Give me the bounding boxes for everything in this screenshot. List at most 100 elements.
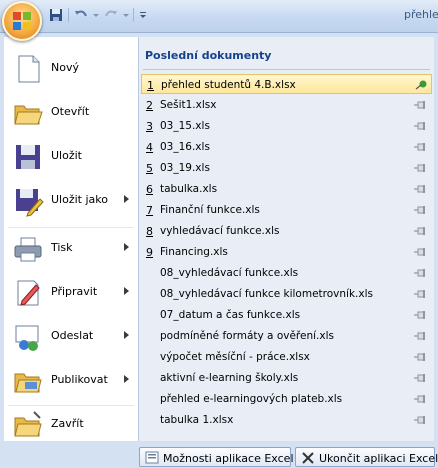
- recent-document-item[interactable]: 08_vyhledávací funkce.xls: [141, 263, 432, 283]
- pin-icon[interactable]: [414, 247, 426, 257]
- window-title: přehle: [404, 8, 438, 21]
- command-label: Připravit: [51, 285, 98, 298]
- pin-icon[interactable]: [414, 331, 426, 341]
- command-label: Publikovat: [51, 373, 108, 386]
- command-send[interactable]: Odeslat: [4, 315, 138, 359]
- pin-icon[interactable]: [415, 80, 427, 90]
- recent-document-name: 03_16.xls: [160, 141, 210, 153]
- recent-document-item[interactable]: 07_datum a čas funkce.xls: [141, 305, 432, 325]
- undo-dropdown-icon[interactable]: [93, 7, 99, 23]
- customize-toolbar-icon[interactable]: [138, 7, 148, 23]
- command-label: Odeslat: [51, 329, 94, 342]
- recent-document-name: výpočet měsíční - práce.xlsx: [160, 351, 310, 363]
- save-disk-icon: [12, 141, 44, 173]
- recent-document-name: vyhledávací funkce.xls: [160, 225, 280, 237]
- recent-document-item[interactable]: 1 přehled studentů 4.B.xlsx: [141, 74, 432, 94]
- pin-icon[interactable]: [414, 100, 426, 110]
- command-print[interactable]: Tisk: [4, 227, 138, 271]
- recent-document-item[interactable]: 9 Financing.xls: [141, 242, 432, 262]
- submenu-arrow-icon: [124, 287, 129, 295]
- pin-icon[interactable]: [414, 394, 426, 404]
- command-save[interactable]: Uložit: [4, 135, 138, 179]
- pin-icon[interactable]: [414, 226, 426, 236]
- command-open[interactable]: Otevřít: [4, 91, 138, 135]
- print-icon: [12, 233, 44, 265]
- excel-options-button[interactable]: Možnosti aplikace Excel: [139, 447, 294, 467]
- office-menu: Nový Otevřít Uložit Uložit jako Tisk Při…: [0, 32, 438, 468]
- recent-documents-title: Poslední dokumenty: [145, 49, 272, 62]
- recent-document-name: tabulka 1.xlsx: [160, 414, 234, 426]
- pin-icon[interactable]: [414, 310, 426, 320]
- excel-options-label: Možnosti aplikace Excel: [163, 452, 294, 465]
- submenu-arrow-icon: [124, 243, 129, 251]
- pin-icon[interactable]: [414, 352, 426, 362]
- recent-document-number: 6: [146, 183, 153, 196]
- recent-document-item[interactable]: podmíněné formáty a ověření.xls: [141, 326, 432, 346]
- exit-excel-button[interactable]: Ukončit aplikaci Excel: [295, 447, 438, 467]
- recent-document-item[interactable]: výpočet měsíční - práce.xlsx: [141, 347, 432, 367]
- pin-icon[interactable]: [414, 142, 426, 152]
- recent-document-item[interactable]: 4 03_16.xls: [141, 137, 432, 157]
- toolbar-divider: [133, 8, 134, 22]
- open-folder-icon: [12, 97, 44, 129]
- close-icon: [12, 409, 44, 441]
- pin-icon[interactable]: [414, 121, 426, 131]
- submenu-arrow-icon: [124, 375, 129, 383]
- recent-document-name: 03_15.xls: [160, 120, 210, 132]
- recent-document-item[interactable]: 2 Sešit1.xlsx: [141, 95, 432, 115]
- office-button[interactable]: [2, 1, 42, 41]
- command-prepare[interactable]: Připravit: [4, 271, 138, 315]
- save-as-icon: [12, 185, 44, 217]
- recent-document-item[interactable]: tabulka 1.xlsx: [141, 410, 432, 430]
- recent-document-number: 2: [146, 99, 153, 112]
- command-label: Tisk: [51, 241, 73, 254]
- submenu-arrow-icon: [124, 195, 129, 203]
- submenu-arrow-icon: [124, 331, 129, 339]
- pin-icon[interactable]: [414, 289, 426, 299]
- recent-document-name: Financing.xls: [160, 246, 228, 258]
- command-label: Nový: [51, 61, 79, 74]
- recent-document-item[interactable]: přehled e-learningových plateb.xls: [141, 389, 432, 409]
- recent-document-name: 08_vyhledávací funkce kilometrovník.xls: [160, 288, 373, 300]
- command-close[interactable]: Zavřít: [4, 403, 138, 447]
- recent-document-item[interactable]: 08_vyhledávací funkce kilometrovník.xls: [141, 284, 432, 304]
- pin-icon[interactable]: [414, 205, 426, 215]
- command-save-as[interactable]: Uložit jako: [4, 179, 138, 223]
- menu-bottom-bar: Možnosti aplikace Excel Ukončit aplikaci…: [0, 445, 438, 468]
- recent-document-name: přehled e-learningových plateb.xls: [160, 393, 343, 405]
- undo-icon[interactable]: [73, 7, 89, 23]
- recent-document-name: podmíněné formáty a ověření.xls: [160, 330, 334, 342]
- pin-icon[interactable]: [414, 163, 426, 173]
- recent-document-name: 08_vyhledávací funkce.xls: [160, 267, 299, 279]
- recent-document-name: přehled studentů 4.B.xlsx: [161, 79, 296, 91]
- recent-document-item[interactable]: aktivní e-learning školy.xls: [141, 368, 432, 388]
- save-icon[interactable]: [48, 7, 64, 23]
- recent-document-item[interactable]: 3 03_15.xls: [141, 116, 432, 136]
- toolbar-divider: [68, 8, 69, 22]
- exit-excel-label: Ukončit aplikaci Excel: [319, 452, 438, 465]
- pin-icon[interactable]: [414, 415, 426, 425]
- recent-documents-pane: Poslední dokumenty 1 přehled studentů 4.B…: [139, 37, 434, 441]
- command-publish[interactable]: Publikovat: [4, 359, 138, 403]
- quick-access-toolbar: [48, 6, 148, 24]
- recent-document-name: Finanční funkce.xls: [160, 204, 260, 216]
- redo-icon[interactable]: [103, 7, 119, 23]
- exit-icon: [301, 451, 315, 465]
- new-document-icon: [12, 53, 44, 85]
- command-label: Uložit jako: [51, 193, 108, 206]
- redo-dropdown-icon[interactable]: [123, 7, 129, 23]
- recent-document-item[interactable]: 8 vyhledávací funkce.xls: [141, 221, 432, 241]
- command-new[interactable]: Nový: [4, 47, 138, 91]
- recent-document-name: Sešit1.xlsx: [160, 99, 217, 111]
- title-bar: přehle: [0, 0, 438, 41]
- pin-icon[interactable]: [414, 184, 426, 194]
- recent-document-item[interactable]: 6 tabulka.xls: [141, 179, 432, 199]
- pin-icon[interactable]: [414, 268, 426, 278]
- recent-document-item[interactable]: 7 Finanční funkce.xls: [141, 200, 432, 220]
- prepare-icon: [12, 277, 44, 309]
- recent-document-number: 1: [147, 79, 154, 92]
- recent-document-item[interactable]: 5 03_19.xls: [141, 158, 432, 178]
- recent-document-number: 9: [146, 246, 153, 259]
- pin-icon[interactable]: [414, 373, 426, 383]
- recent-document-name: tabulka.xls: [160, 183, 218, 195]
